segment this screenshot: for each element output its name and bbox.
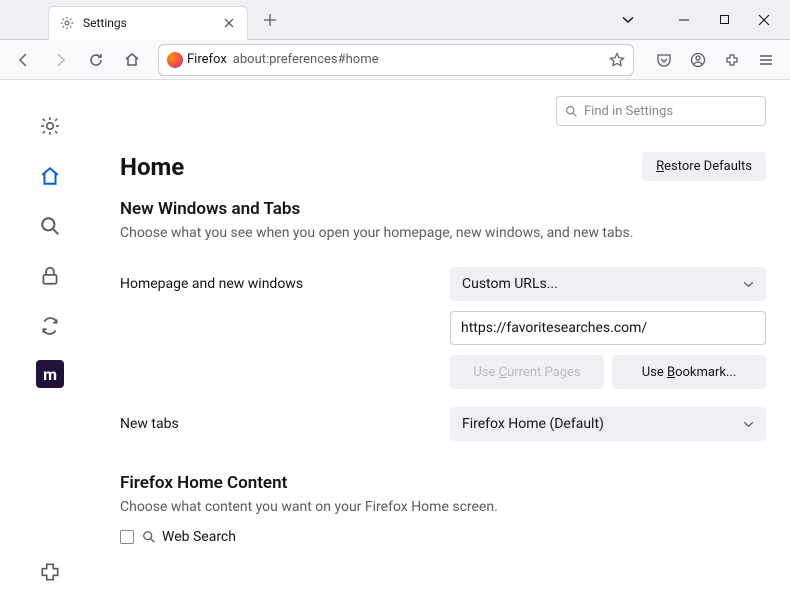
sidebar-general[interactable]	[34, 110, 66, 142]
homepage-select[interactable]: Custom URLs...	[450, 267, 766, 301]
url-text: about:preferences#home	[233, 52, 603, 67]
close-window-button[interactable]	[746, 6, 782, 34]
url-bar[interactable]: Firefox about:preferences#home	[158, 44, 634, 76]
maximize-button[interactable]	[706, 6, 742, 34]
main-panel: Find in Settings Home Restore Defaults N…	[100, 80, 790, 616]
newtabs-label: New tabs	[120, 416, 450, 432]
extensions-icon[interactable]	[716, 44, 748, 76]
content-area: m Find in Settings Home Restore Defaults…	[0, 80, 790, 616]
sidebar: m	[0, 80, 100, 616]
chevron-down-icon	[743, 281, 754, 288]
back-button[interactable]	[8, 44, 40, 76]
window-controls	[666, 6, 790, 34]
settings-search-input[interactable]: Find in Settings	[556, 96, 766, 126]
websearch-checkbox[interactable]	[120, 530, 134, 544]
bookmark-star-icon[interactable]	[609, 52, 625, 68]
newtabs-select[interactable]: Firefox Home (Default)	[450, 407, 766, 441]
sidebar-home[interactable]	[34, 160, 66, 192]
home-button[interactable]	[116, 44, 148, 76]
menu-icon[interactable]	[750, 44, 782, 76]
reload-button[interactable]	[80, 44, 112, 76]
toolbar: Firefox about:preferences#home	[0, 40, 790, 80]
section2-desc: Choose what content you want on your Fir…	[120, 499, 766, 515]
sidebar-search[interactable]	[34, 210, 66, 242]
firefox-brand: Firefox	[167, 52, 227, 68]
sidebar-extensions[interactable]	[34, 556, 66, 588]
websearch-label: Web Search	[142, 529, 236, 545]
sidebar-privacy[interactable]	[34, 260, 66, 292]
search-placeholder: Find in Settings	[584, 104, 673, 119]
chevron-down-icon	[743, 421, 754, 428]
search-icon	[142, 530, 156, 544]
homepage-select-value: Custom URLs...	[462, 276, 558, 292]
sidebar-more-mozilla[interactable]: m	[36, 360, 64, 388]
titlebar: Settings	[0, 0, 790, 40]
url-brand-text: Firefox	[187, 52, 227, 67]
sidebar-sync[interactable]	[34, 310, 66, 342]
firefox-logo-icon	[167, 52, 183, 68]
section-desc: Choose what you see when you open your h…	[120, 225, 766, 241]
minimize-button[interactable]	[666, 6, 702, 34]
search-icon	[565, 105, 578, 118]
homepage-label: Homepage and new windows	[120, 276, 450, 292]
new-tab-button[interactable]	[256, 6, 284, 34]
use-current-pages-button[interactable]: Use Current Pages	[450, 355, 604, 389]
close-icon[interactable]	[221, 15, 237, 31]
newtabs-select-value: Firefox Home (Default)	[462, 416, 604, 432]
restore-defaults-button[interactable]: Restore Defaults	[642, 152, 766, 181]
tabs-dropdown-icon[interactable]	[610, 16, 646, 24]
section2-title: Firefox Home Content	[120, 473, 766, 493]
tab-title: Settings	[83, 16, 213, 30]
homepage-url-input[interactable]	[450, 311, 766, 345]
moz-m-icon: m	[43, 365, 57, 384]
account-icon[interactable]	[682, 44, 714, 76]
section-title: New Windows and Tabs	[120, 199, 766, 219]
gear-icon	[59, 15, 75, 31]
pocket-icon[interactable]	[648, 44, 680, 76]
forward-button[interactable]	[44, 44, 76, 76]
browser-tab[interactable]: Settings	[48, 6, 248, 40]
use-bookmark-button[interactable]: Use Bookmark...	[612, 355, 766, 389]
page-heading: Home	[120, 153, 642, 181]
